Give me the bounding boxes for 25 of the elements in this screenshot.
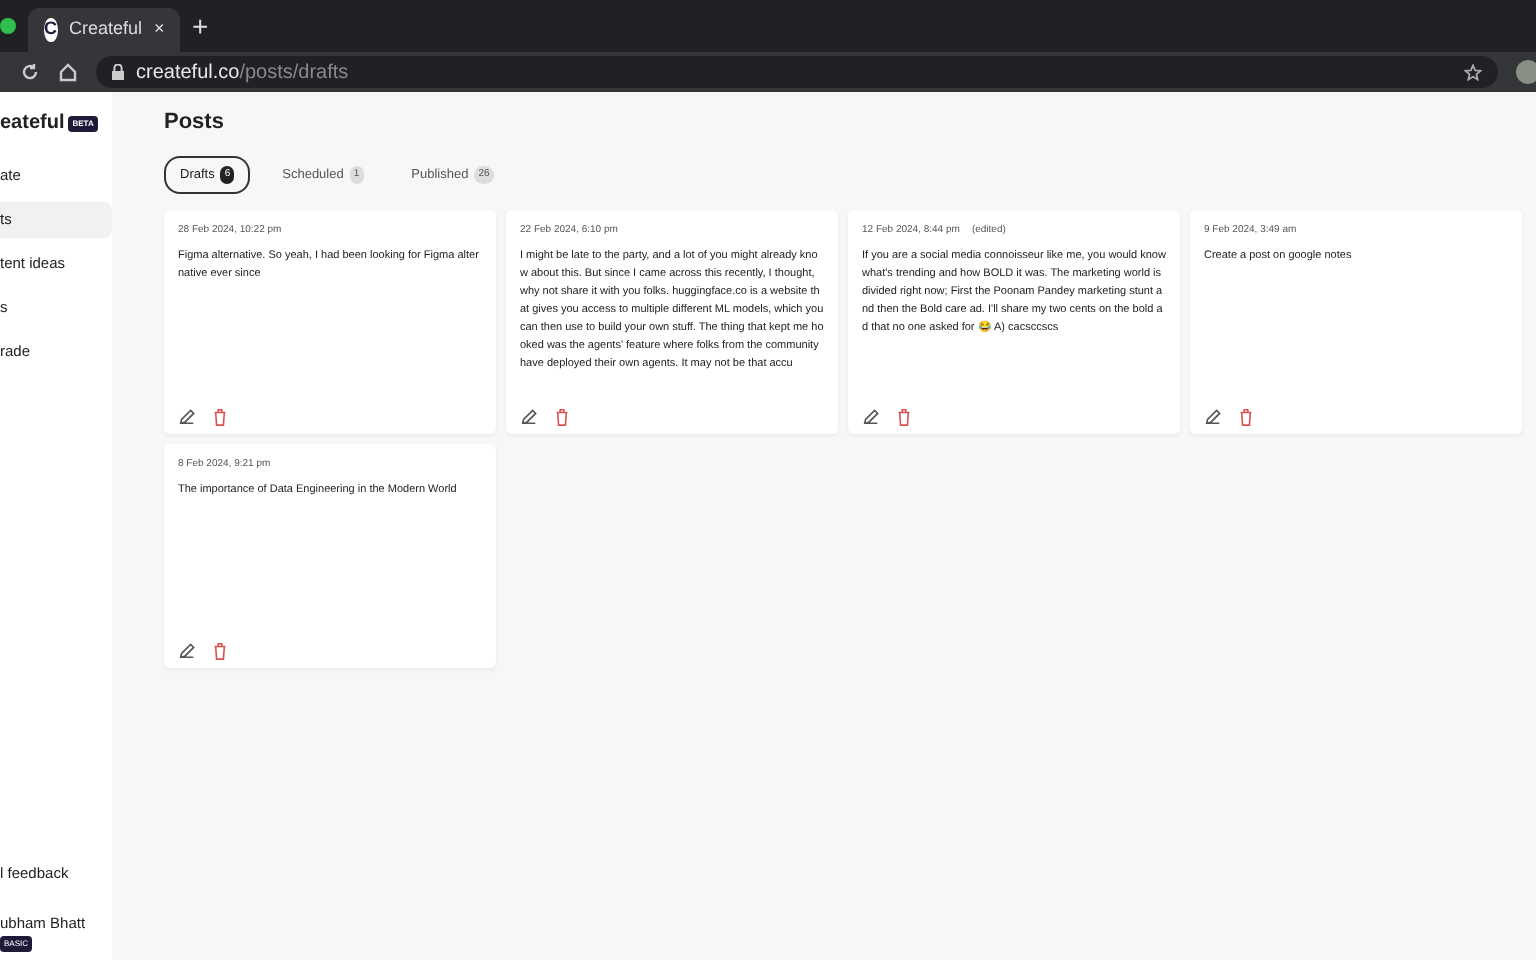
pencil-icon[interactable] xyxy=(1204,408,1222,427)
brand-name: eateful xyxy=(0,110,65,138)
home-icon[interactable] xyxy=(58,62,78,82)
star-icon[interactable] xyxy=(1464,63,1482,81)
pencil-icon[interactable] xyxy=(178,642,196,661)
reload-icon[interactable] xyxy=(20,62,40,82)
trash-icon[interactable] xyxy=(212,642,228,661)
site-logo: C xyxy=(44,18,57,42)
trash-icon[interactable] xyxy=(212,408,228,427)
page-title: Posts xyxy=(164,108,226,138)
pencil-icon[interactable] xyxy=(520,408,538,427)
url-text: createful.co/posts/drafts xyxy=(136,59,349,87)
new-tab-button[interactable]: + xyxy=(192,5,209,47)
address-bar[interactable]: createful.co/posts/drafts xyxy=(96,56,1498,88)
close-icon[interactable]: × xyxy=(154,16,165,44)
pencil-icon[interactable] xyxy=(178,408,196,427)
trash-icon[interactable] xyxy=(1238,408,1254,427)
window-control-icon[interactable] xyxy=(0,18,16,34)
tab-title: Createful xyxy=(69,16,143,43)
browser-tab[interactable]: C Createful × xyxy=(28,8,180,52)
profile-avatar[interactable] xyxy=(1516,60,1536,84)
trash-icon[interactable] xyxy=(896,408,912,427)
lock-icon xyxy=(112,64,124,80)
trash-icon[interactable] xyxy=(554,408,570,427)
pencil-icon[interactable] xyxy=(862,408,880,427)
